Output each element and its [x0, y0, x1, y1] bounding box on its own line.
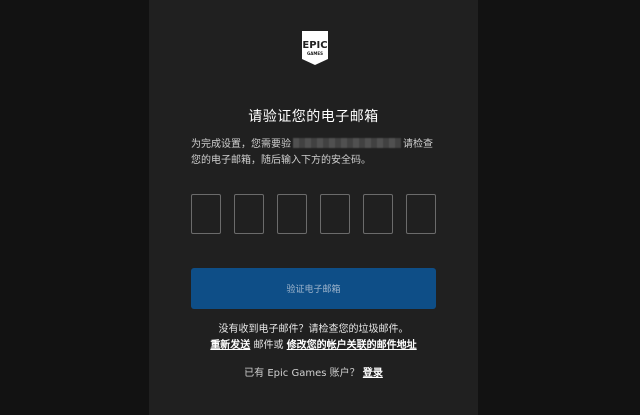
signin-link[interactable]: 登录 — [363, 368, 383, 379]
or-text: 邮件或 — [253, 340, 284, 351]
code-box-1[interactable] — [191, 194, 221, 234]
code-box-4[interactable] — [320, 194, 350, 234]
logo-text-games: GAMES — [307, 51, 323, 56]
security-code-inputs — [191, 194, 436, 236]
code-box-6[interactable] — [406, 194, 436, 234]
help-text: 没有收到电子邮件？请检查您的垃圾邮件。 重新发送 邮件或 修改您的帐户关联的邮件… — [149, 322, 478, 354]
resend-link[interactable]: 重新发送 — [210, 340, 250, 351]
change-email-link[interactable]: 修改您的帐户关联的邮件地址 — [287, 340, 417, 351]
verify-email-button[interactable]: 验证电子邮箱 — [191, 268, 436, 309]
page-title: 请验证您的电子邮箱 — [248, 109, 379, 125]
code-box-3[interactable] — [277, 194, 307, 234]
description-prefix: 为完成设置，您需要验 — [191, 139, 291, 150]
logo-text-epic: EPIC — [302, 40, 327, 51]
no-email-text: 没有收到电子邮件？请检查您的垃圾邮件。 — [218, 324, 409, 335]
epic-games-logo-icon: EPIC GAMES — [302, 31, 328, 65]
code-box-2[interactable] — [234, 194, 264, 234]
code-box-5[interactable] — [363, 194, 393, 234]
description-suffix: 请检查 — [403, 139, 433, 150]
description: 为完成设置，您需要验 请检查 您的电子邮箱，随后输入下方的安全码。 — [191, 137, 441, 169]
redacted-email — [293, 138, 401, 148]
signin-row: 已有 Epic Games 账户？ 登录 — [149, 364, 478, 379]
signin-text: 已有 Epic Games 账户？ — [244, 368, 360, 379]
description-line2: 您的电子邮箱，随后输入下方的安全码。 — [191, 155, 371, 166]
